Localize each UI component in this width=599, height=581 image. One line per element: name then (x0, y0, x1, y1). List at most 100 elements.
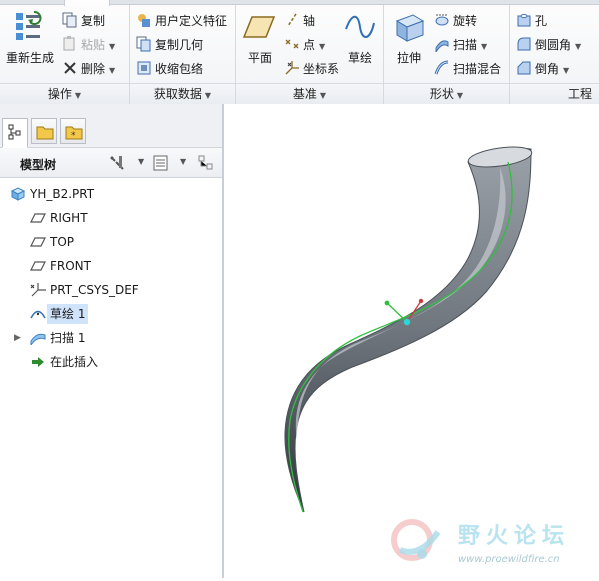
copy-geometry-button[interactable]: 复制几何 (136, 35, 203, 55)
tree-item-label: YH_B2.PRT (30, 187, 95, 201)
round-icon (516, 36, 532, 52)
group-operations: 重新生成 复制 粘贴 ▼ 删除 ▼ 操作 ▼ (0, 5, 130, 104)
sketch-icon (30, 307, 46, 321)
chamfer-label: 倒角 (535, 62, 560, 76)
plane-button[interactable]: 平面 (240, 11, 280, 66)
group-caret-icon: ▼ (456, 91, 464, 100)
udf-icon (136, 12, 152, 28)
section-y-handle[interactable] (386, 302, 408, 323)
round-dropdown-icon[interactable]: ▼ (575, 42, 581, 51)
tab-favorites[interactable]: * (60, 118, 86, 144)
tree-filter-icon[interactable] (197, 154, 215, 175)
group-get-data: 用户定义特征 复制几何 收缩包络 获取数据 ▼ (130, 5, 236, 104)
extrude-button[interactable]: 拉伸 (388, 11, 430, 66)
section-y-point[interactable] (384, 300, 390, 306)
watermark-logo (391, 519, 441, 561)
delete-label: 删除 (81, 62, 106, 76)
user-defined-feature-button[interactable]: 用户定义特征 (136, 11, 227, 31)
swept-blend-button[interactable]: 扫描混合 (434, 59, 501, 79)
sweep-icon (30, 331, 46, 347)
tree-item-label: 在此插入 (50, 355, 99, 369)
paste-icon (62, 36, 78, 52)
datum-point-icon (284, 36, 300, 52)
navigator-panel: * 模型树 ▼ ▼ YH_B2.PRT RIGHT TOP FRONT PRT_… (0, 104, 224, 578)
group-caret-icon: ▼ (74, 91, 82, 100)
sweep-icon (434, 36, 450, 54)
group-label-shapes[interactable]: 形状 ▼ (384, 83, 509, 104)
tree-item-label: RIGHT (50, 211, 88, 225)
paste-button[interactable]: 粘贴 ▼ (62, 35, 115, 55)
tab-model-tree[interactable] (2, 118, 28, 148)
group-label-datum[interactable]: 基准 ▼ (236, 83, 383, 104)
copy-label: 复制 (81, 14, 106, 28)
sketch-icon (342, 11, 378, 43)
paste-label: 粘贴 (81, 38, 106, 52)
tree-columns-icon[interactable] (152, 154, 170, 175)
csys-button[interactable]: 坐标系 (284, 59, 339, 79)
datum-plane-icon (30, 259, 46, 273)
chamfer-button[interactable]: 倒角 ▼ (516, 59, 569, 79)
sweep-dropdown-icon[interactable]: ▼ (481, 42, 487, 51)
copy-icon (62, 12, 78, 28)
point-button[interactable]: 点 ▼ (284, 35, 325, 55)
point-label: 点 (303, 38, 316, 52)
sketch-button[interactable]: 草绘 (340, 11, 380, 66)
chamfer-icon (516, 60, 532, 76)
tab-folder-browser[interactable] (31, 118, 57, 144)
delete-button[interactable]: 删除 ▼ (62, 59, 115, 79)
group-caret-icon: ▼ (204, 91, 212, 100)
sweep-button[interactable]: 扫描 ▼ (434, 35, 487, 55)
tree-item-label: FRONT (50, 259, 91, 273)
watermark-url: www.proewildfire.cn (458, 554, 560, 565)
shrinkwrap-button[interactable]: 收缩包络 (136, 59, 203, 79)
shapes-label: 形状 (429, 87, 454, 101)
model-tree-title: 模型树 (20, 158, 57, 172)
sketch-label: 草绘 (347, 51, 372, 65)
group-caret-icon: ▼ (319, 91, 327, 100)
datum-plane-icon (30, 211, 46, 225)
svg-text:*: * (71, 131, 76, 141)
tree-settings-dropdown-icon[interactable]: ▼ (138, 157, 144, 166)
paste-dropdown-icon[interactable]: ▼ (109, 42, 115, 51)
datum-label: 基准 (292, 87, 317, 101)
delete-dropdown-icon[interactable]: ▼ (109, 66, 115, 75)
point-dropdown-icon[interactable]: ▼ (319, 42, 325, 51)
engineering-label: 工程 (568, 87, 593, 101)
group-label-get-data[interactable]: 获取数据 ▼ (130, 83, 235, 104)
copy-button[interactable]: 复制 (62, 11, 105, 31)
section-x-point[interactable] (418, 298, 424, 304)
extrude-label: 拉伸 (396, 51, 421, 65)
group-engineering: 孔 倒圆角 ▼ 倒角 ▼ 工程 (510, 5, 599, 104)
graphics-viewport[interactable] (226, 104, 599, 578)
regenerate-icon (12, 11, 48, 43)
tree-item-label: PRT_CSYS_DEF (50, 283, 139, 297)
axis-button[interactable]: 轴 (284, 11, 315, 31)
model-horn-sweep[interactable] (226, 104, 599, 578)
tree-item-label: 草绘 1 (47, 304, 89, 324)
tree-columns-dropdown-icon[interactable]: ▼ (180, 157, 186, 166)
folder-icon (36, 126, 54, 140)
revolve-icon (434, 12, 450, 28)
part-icon (10, 187, 26, 201)
hole-button[interactable]: 孔 (516, 11, 547, 31)
group-label-engineering[interactable]: 工程 (510, 83, 599, 104)
csys-label: 坐标系 (303, 62, 340, 76)
model-tree-header: 模型树 ▼ ▼ (0, 148, 222, 178)
model-tree-icon (8, 124, 21, 140)
csys-icon (30, 283, 46, 297)
plane-label: 平面 (247, 51, 272, 65)
round-button[interactable]: 倒圆角 ▼ (516, 35, 581, 55)
group-datum: 平面 轴 点 ▼ 坐标系 草绘 基准 ▼ (236, 5, 384, 104)
group-shapes: 拉伸 旋转 扫描 ▼ 扫描混合 形状 ▼ (384, 5, 510, 104)
watermark-title: 野火论坛 (458, 523, 571, 549)
section-origin-point[interactable] (403, 318, 411, 326)
chamfer-dropdown-icon[interactable]: ▼ (563, 66, 569, 75)
group-label-operations[interactable]: 操作 ▼ (0, 83, 129, 104)
tree-settings-icon[interactable] (108, 154, 126, 175)
extrude-icon (391, 11, 427, 43)
regenerate-button[interactable]: 重新生成 (4, 11, 56, 66)
get-data-label: 获取数据 (153, 87, 202, 101)
tree-item-label: TOP (50, 235, 75, 249)
expand-arrow-icon[interactable]: ▶ (14, 328, 21, 348)
revolve-button[interactable]: 旋转 (434, 11, 477, 31)
